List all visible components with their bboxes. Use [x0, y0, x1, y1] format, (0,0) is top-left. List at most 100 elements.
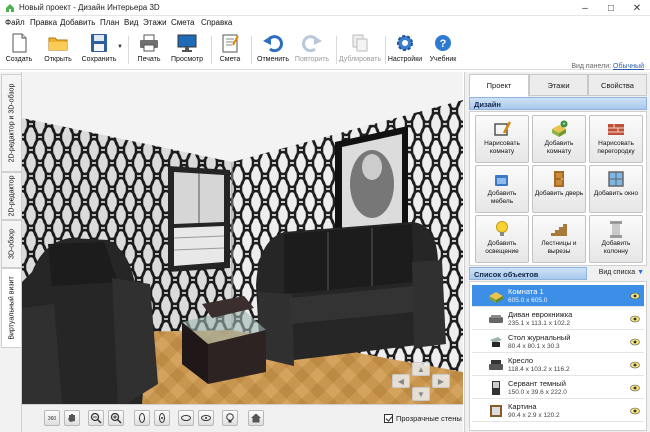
- add-room-button[interactable]: + Добавить комнату: [532, 115, 586, 163]
- window-title: Новый проект - Дизайн Интерьера 3D: [19, 3, 160, 12]
- visibility-eye-icon[interactable]: [630, 406, 640, 416]
- list-item-sofa[interactable]: Диван еврокнижка 235.1 x 113.1 x 102.2: [472, 308, 644, 330]
- panel-view-selector[interactable]: Вид панели: Обычный: [571, 63, 644, 70]
- tab-3d-view[interactable]: 3D-обзор: [1, 220, 21, 268]
- add-window-icon: [608, 171, 624, 187]
- menu-floors[interactable]: Этажи: [143, 18, 167, 27]
- nav-forward-icon[interactable]: ▲: [412, 362, 430, 376]
- toolbar-separator: [385, 36, 386, 64]
- zoom-in-button[interactable]: [108, 410, 124, 426]
- nav-back-icon[interactable]: ▼: [412, 387, 430, 401]
- menu-view[interactable]: Вид: [124, 18, 138, 27]
- rotate-vertical-icon: [159, 413, 165, 423]
- menu-plan[interactable]: План: [100, 18, 119, 27]
- close-button[interactable]: ✕: [624, 0, 650, 16]
- add-light-icon: [496, 221, 508, 236]
- maximize-button[interactable]: □: [598, 0, 624, 16]
- title-bar: Новый проект - Дизайн Интерьера 3D – □ ✕: [0, 0, 650, 16]
- list-item-cabinet[interactable]: Сервант темный 150.0 x 39.6 x 222.0: [472, 377, 644, 399]
- save-dropdown-icon[interactable]: ▼: [117, 44, 123, 50]
- print-button[interactable]: Печать: [134, 32, 164, 68]
- hand-icon: [68, 414, 75, 422]
- tilt-down-button[interactable]: [198, 410, 214, 426]
- tutorial-button[interactable]: ? Учебник: [428, 32, 458, 68]
- tab-floors[interactable]: Этажи: [529, 74, 588, 96]
- draw-room-button[interactable]: Нарисовать комнату: [475, 115, 529, 163]
- zoom-out-icon: [90, 412, 102, 424]
- menu-add[interactable]: Добавить: [60, 18, 95, 27]
- redo-icon: [302, 35, 322, 53]
- redo-button[interactable]: Повторить: [294, 32, 330, 68]
- add-window-button[interactable]: Добавить окно: [589, 165, 643, 213]
- home-view-button[interactable]: [248, 410, 264, 426]
- list-item-coffee-table[interactable]: Стол журнальный 80.4 x 80.1 x 30.3: [472, 331, 644, 353]
- undo-button[interactable]: Отменить: [256, 32, 290, 68]
- transparent-walls-checkbox[interactable]: Прозрачные стены: [384, 414, 462, 423]
- draw-partition-button[interactable]: Нарисовать перегородку: [589, 115, 643, 163]
- navigation-pad: ▲ ◀ ▶ ▼: [390, 362, 456, 402]
- list-view-dropdown[interactable]: Вид списка ▼: [599, 269, 644, 276]
- open-button[interactable]: Открыть: [42, 32, 74, 68]
- printer-icon: [140, 34, 158, 52]
- tab-virtual-visit[interactable]: Виртуальный визит: [1, 268, 21, 348]
- duplicate-button[interactable]: Дублировать: [338, 32, 382, 68]
- list-item-picture[interactable]: Картина 90.4 x 2.9 x 120.2: [472, 400, 644, 422]
- visibility-eye-icon[interactable]: [630, 314, 640, 324]
- add-door-button[interactable]: Добавить дверь: [532, 165, 586, 213]
- save-button[interactable]: Сохранить: [80, 32, 118, 68]
- help-icon: ?: [435, 35, 451, 51]
- checkbox-checked-icon[interactable]: [384, 414, 393, 423]
- visibility-eye-icon[interactable]: [630, 291, 640, 301]
- create-button[interactable]: Создать: [4, 32, 34, 68]
- lighting-button[interactable]: [222, 410, 238, 426]
- toolbar-separator: [128, 36, 129, 64]
- menu-estimate[interactable]: Смета: [171, 18, 194, 27]
- tab-2d-editor-3d-view[interactable]: 2D-редактор и 3D-обзор: [1, 74, 21, 172]
- 3d-viewport[interactable]: ▲ ◀ ▶ ▼: [22, 72, 463, 404]
- tilt-up-button[interactable]: [178, 410, 194, 426]
- settings-button[interactable]: Настройки: [388, 32, 422, 68]
- nav-left-icon[interactable]: ◀: [392, 374, 410, 388]
- list-item-room[interactable]: Комната 1 605.0 x 605.0: [472, 285, 644, 307]
- cabinet-icon: [492, 381, 500, 395]
- menu-bar: Файл Правка Добавить План Вид Этажи Смет…: [0, 16, 650, 30]
- rotate-horizontal-icon: [181, 415, 191, 421]
- tab-2d-editor[interactable]: 2D-редактор: [1, 172, 21, 220]
- add-furniture-button[interactable]: Добавить мебель: [475, 165, 529, 213]
- menu-file[interactable]: Файл: [5, 18, 25, 27]
- tab-properties[interactable]: Свойства: [588, 74, 647, 96]
- preview-button[interactable]: Просмотр: [170, 32, 204, 68]
- visibility-eye-icon[interactable]: [630, 337, 640, 347]
- rotate-360-button[interactable]: 360: [44, 410, 60, 426]
- design-buttons-grid: Нарисовать комнату + Добавить комнату На…: [469, 111, 647, 266]
- room-scene: [22, 72, 463, 404]
- stairs-button[interactable]: Лестницы и вырезы: [532, 215, 586, 263]
- pan-button[interactable]: [64, 410, 80, 426]
- minimize-button[interactable]: –: [572, 0, 598, 16]
- folder-icon: [48, 37, 68, 51]
- menu-help[interactable]: Справка: [201, 18, 232, 27]
- visibility-eye-icon[interactable]: [630, 383, 640, 393]
- undo-icon: [263, 35, 283, 53]
- rotate-360-icon: 360: [48, 416, 57, 422]
- zoom-out-button[interactable]: [88, 410, 104, 426]
- right-panel: Проект Этажи Свойства Дизайн Нарисовать …: [464, 72, 650, 432]
- list-item-armchair[interactable]: Кресло 118.4 x 103.2 x 116.2: [472, 354, 644, 376]
- menu-edit[interactable]: Правка: [30, 18, 57, 27]
- rotate-right-button[interactable]: [154, 410, 170, 426]
- rotate-left-button[interactable]: [134, 410, 150, 426]
- draw-room-icon: [494, 121, 512, 136]
- tab-project[interactable]: Проект: [469, 74, 529, 97]
- rotate-horizontal-icon: [201, 415, 211, 421]
- add-lighting-button[interactable]: Добавить освещение: [475, 215, 529, 263]
- estimate-icon: [222, 34, 239, 53]
- floppy-disk-icon: [91, 34, 107, 52]
- visibility-eye-icon[interactable]: [630, 360, 640, 370]
- estimate-button[interactable]: Смета: [216, 32, 244, 68]
- chevron-down-icon: ▼: [637, 269, 644, 276]
- app-icon: [6, 4, 14, 12]
- nav-right-icon[interactable]: ▶: [432, 374, 450, 388]
- add-column-button[interactable]: Добавить колонну: [589, 215, 643, 263]
- view-mode-tabs: 2D-редактор и 3D-обзор 2D-редактор 3D-об…: [0, 72, 22, 432]
- rotate-vertical-icon: [139, 413, 145, 423]
